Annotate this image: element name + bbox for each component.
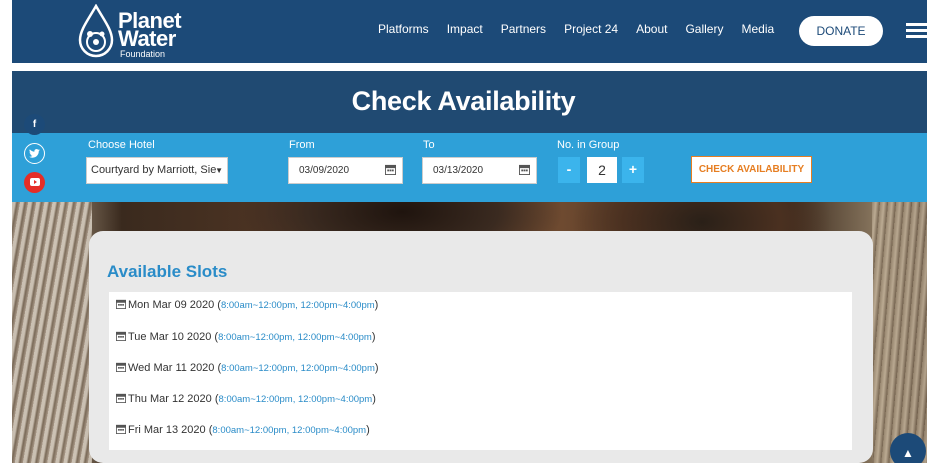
logo-text-foundation: Foundation <box>120 49 166 59</box>
left-gutter <box>0 0 12 463</box>
hotel-select-value: Courtyard by Marriott, Sie <box>91 164 217 176</box>
slot-time-afternoon[interactable]: 12:00pm~4:00pm <box>298 394 372 405</box>
dropdown-caret-icon: ▼ <box>215 166 223 175</box>
nav-impact[interactable]: Impact <box>447 22 483 36</box>
slot-time-afternoon[interactable]: 12:00pm~4:00pm <box>301 363 375 374</box>
calendar-icon <box>116 424 126 434</box>
check-availability-button[interactable]: CHECK AVAILABILITY <box>691 156 812 183</box>
main-nav: Platforms Impact Partners Project 24 Abo… <box>378 22 792 36</box>
youtube-icon[interactable] <box>24 172 45 193</box>
calendar-icon <box>116 362 126 372</box>
calendar-icon[interactable] <box>385 164 396 175</box>
group-label: No. in Group <box>557 139 620 151</box>
slot-time-afternoon[interactable]: 12:00pm~4:00pm <box>298 332 372 343</box>
navbar-divider <box>12 63 927 71</box>
nav-project-24[interactable]: Project 24 <box>564 22 618 36</box>
donate-button[interactable]: DONATE <box>799 16 883 46</box>
nav-about[interactable]: About <box>636 22 667 36</box>
slot-time-morning[interactable]: 8:00am~12:00pm <box>221 300 295 311</box>
group-decrement-button[interactable]: - <box>558 157 580 183</box>
planet-water-logo[interactable]: Planet Water Foundation <box>76 4 206 60</box>
logo-text-water: Water <box>118 26 176 51</box>
nav-media[interactable]: Media <box>741 22 774 36</box>
to-date-input[interactable]: 03/13/2020 <box>422 157 537 184</box>
list-item: Wed Mar 11 2020 (8:00am~12:00pm, 12:00pm… <box>116 362 379 374</box>
calendar-icon <box>116 393 126 403</box>
twitter-icon[interactable] <box>24 143 45 164</box>
list-item: Fri Mar 13 2020 (8:00am~12:00pm, 12:00pm… <box>116 424 370 436</box>
slot-date: Fri Mar 13 2020 <box>128 424 206 436</box>
to-label: To <box>423 139 435 151</box>
from-date-value: 03/09/2020 <box>299 165 350 176</box>
calendar-icon[interactable] <box>519 164 530 175</box>
list-item: Tue Mar 10 2020 (8:00am~12:00pm, 12:00pm… <box>116 331 376 343</box>
calendar-icon <box>116 331 126 341</box>
slot-time-morning[interactable]: 8:00am~12:00pm <box>218 332 292 343</box>
group-increment-button[interactable]: + <box>622 157 644 183</box>
list-item: Mon Mar 09 2020 (8:00am~12:00pm, 12:00pm… <box>116 299 378 311</box>
hero-photo-right-detail <box>872 202 927 463</box>
list-item: Thu Mar 12 2020 (8:00am~12:00pm, 12:00pm… <box>116 393 376 405</box>
hotel-select[interactable]: Courtyard by Marriott, Sie ▼ <box>86 157 228 184</box>
slots-list: Mon Mar 09 2020 (8:00am~12:00pm, 12:00pm… <box>109 292 852 450</box>
slot-date: Thu Mar 12 2020 <box>128 393 212 405</box>
slot-time-afternoon[interactable]: 12:00pm~4:00pm <box>292 425 366 436</box>
hero-photo-left-detail <box>12 202 92 463</box>
slot-date: Mon Mar 09 2020 <box>128 299 215 311</box>
nav-platforms[interactable]: Platforms <box>378 22 429 36</box>
water-drop-logo-icon <box>78 4 114 58</box>
slot-date: Wed Mar 11 2020 <box>128 362 215 374</box>
slot-time-morning[interactable]: 8:00am~12:00pm <box>212 425 286 436</box>
menu-icon[interactable] <box>906 23 927 39</box>
page-title: Check Availability <box>351 86 576 116</box>
chevron-up-icon: ▲ <box>902 446 914 460</box>
from-date-input[interactable]: 03/09/2020 <box>288 157 403 184</box>
hotel-label: Choose Hotel <box>88 139 155 151</box>
slot-time-afternoon[interactable]: 12:00pm~4:00pm <box>300 300 374 311</box>
scroll-to-top-button[interactable]: ▲ <box>890 433 926 463</box>
from-label: From <box>289 139 315 151</box>
slots-title: Available Slots <box>107 262 228 281</box>
calendar-icon <box>116 299 126 309</box>
slot-time-morning[interactable]: 8:00am~12:00pm <box>219 394 293 405</box>
to-date-value: 03/13/2020 <box>433 165 484 176</box>
group-count[interactable]: 2 <box>587 157 617 183</box>
slot-date: Tue Mar 10 2020 <box>128 331 212 343</box>
nav-partners[interactable]: Partners <box>501 22 546 36</box>
facebook-icon[interactable]: f <box>24 114 45 135</box>
nav-gallery[interactable]: Gallery <box>685 22 723 36</box>
slot-time-morning[interactable]: 8:00am~12:00pm <box>221 363 295 374</box>
